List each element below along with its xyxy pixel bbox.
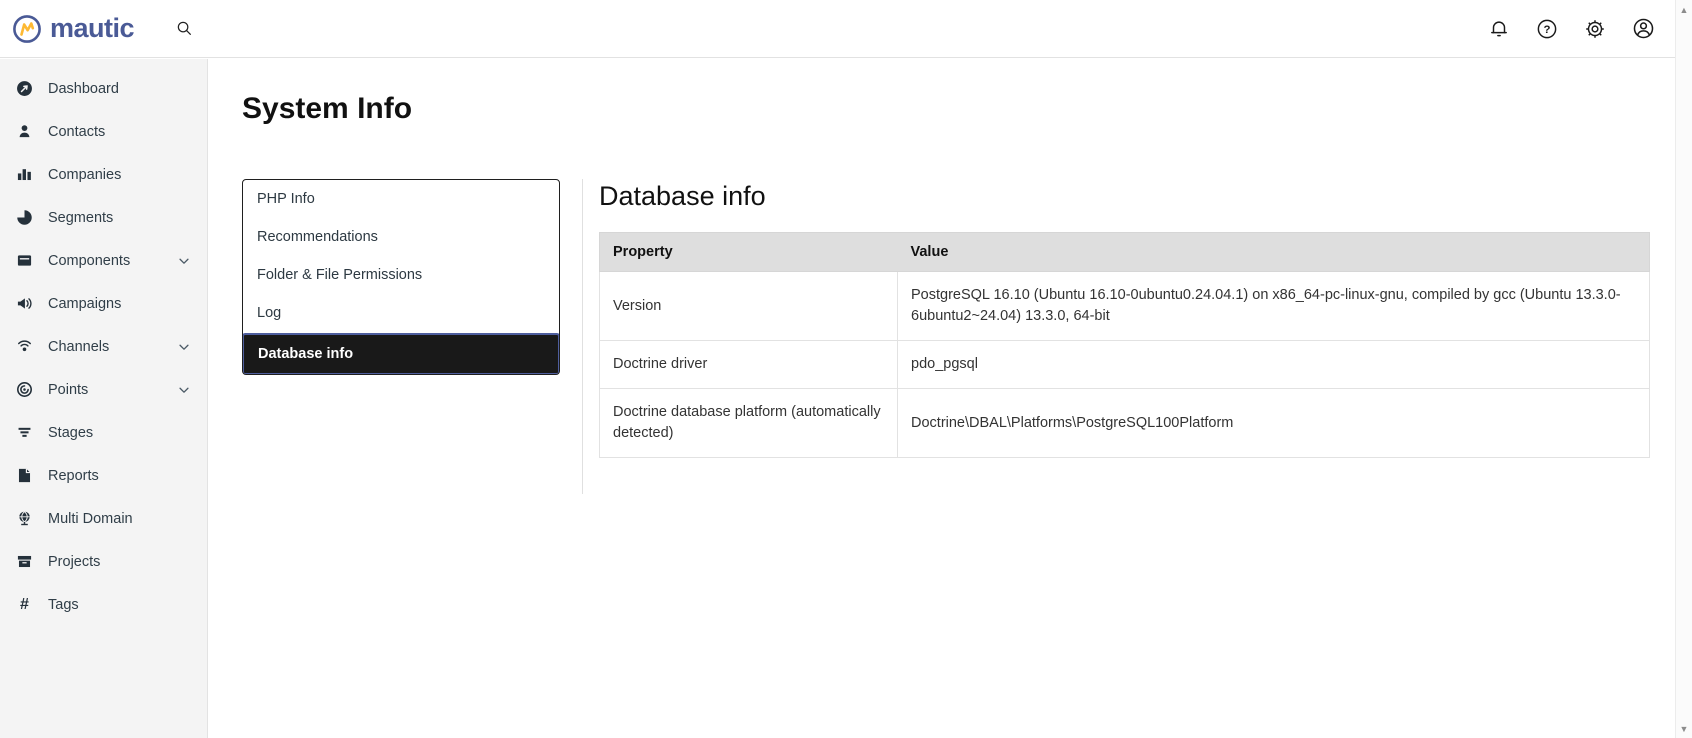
sidebar-item-label: Segments [48, 209, 114, 226]
sidebar-item-label: Multi Domain [48, 510, 133, 527]
table-row: Version PostgreSQL 16.10 (Ubuntu 16.10-0… [599, 271, 1650, 342]
sidebar-item-dashboard[interactable]: Dashboard [0, 67, 207, 110]
sidebar-item-companies[interactable]: Companies [0, 153, 207, 196]
value-cell: pdo_pgsql [897, 340, 1650, 390]
database-info-panel: Database info Property Value Version Post… [582, 179, 1650, 495]
sidebar-nav: Dashboard Contacts Companies Segments Co… [0, 59, 208, 738]
topbar-actions: ? [1488, 17, 1655, 40]
components-icon [16, 252, 33, 269]
mautic-logo-icon [12, 14, 42, 44]
chevron-down-icon[interactable] [177, 254, 191, 268]
sidebar-item-label: Contacts [48, 123, 106, 140]
value-cell: PostgreSQL 16.10 (Ubuntu 16.10-0ubuntu0.… [897, 271, 1650, 342]
tab-recommendations[interactable]: Recommendations [243, 218, 559, 256]
help-icon[interactable]: ? [1536, 18, 1558, 40]
column-header-value: Value [897, 232, 1650, 273]
tab-php-info[interactable]: PHP Info [243, 180, 559, 218]
scroll-down-arrow[interactable]: ▼ [1676, 720, 1692, 737]
sidebar-item-label: Components [48, 252, 131, 269]
property-cell: Version [599, 271, 898, 342]
search-icon[interactable] [176, 20, 193, 37]
campaigns-icon [16, 295, 33, 312]
table-row: Doctrine database platform (automaticall… [599, 388, 1650, 459]
svg-text:?: ? [1544, 24, 1551, 36]
sidebar-item-label: Reports [48, 467, 99, 484]
account-icon[interactable] [1632, 17, 1655, 40]
main-content: System Info PHP Info Recommendations Folde… [208, 59, 1675, 738]
sidebar-item-label: Campaigns [48, 295, 122, 312]
page-title: System Info [242, 92, 413, 125]
topbar: mautic ? [0, 0, 1675, 58]
projects-icon [16, 553, 33, 570]
sidebar-item-reports[interactable]: Reports [0, 454, 207, 497]
multi-domain-icon [16, 510, 33, 527]
reports-icon [16, 467, 33, 484]
segments-icon [16, 209, 33, 226]
tags-icon: # [20, 595, 29, 613]
bell-icon[interactable] [1488, 18, 1510, 40]
table-row: Doctrine driver pdo_pgsql [599, 340, 1650, 390]
sidebar-item-segments[interactable]: Segments [0, 196, 207, 239]
tab-permissions[interactable]: Folder & File Permissions [243, 256, 559, 294]
sidebar-item-campaigns[interactable]: Campaigns [0, 282, 207, 325]
companies-icon [16, 166, 33, 183]
vertical-scrollbar[interactable]: ▲ ▼ [1675, 0, 1692, 738]
column-header-property: Property [599, 232, 898, 273]
database-info-table: Property Value Version PostgreSQL 16.10 (… [599, 232, 1650, 459]
sidebar-item-contacts[interactable]: Contacts [0, 110, 207, 153]
tab-log[interactable]: Log [243, 294, 559, 332]
chevron-down-icon[interactable] [177, 340, 191, 354]
value-cell: Doctrine\DBAL\Platforms\PostgreSQL100Pla… [897, 388, 1650, 459]
sidebar-item-points[interactable]: Points [0, 368, 207, 411]
points-icon [16, 381, 33, 398]
sidebar-item-multi-domain[interactable]: Multi Domain [0, 497, 207, 540]
gear-icon[interactable] [1584, 18, 1606, 40]
sidebar-item-label: Points [48, 381, 89, 398]
property-cell: Doctrine driver [599, 340, 898, 390]
contacts-icon [16, 123, 33, 140]
sidebar-item-label: Companies [48, 166, 122, 183]
sidebar-item-label: Tags [48, 596, 79, 613]
sidebar-item-stages[interactable]: Stages [0, 411, 207, 454]
sidebar-item-label: Dashboard [48, 80, 119, 97]
scroll-up-arrow[interactable]: ▲ [1676, 1, 1692, 18]
tab-database-info[interactable]: Database info [243, 332, 559, 374]
sidebar-item-label: Projects [48, 553, 101, 570]
property-cell: Doctrine database platform (automaticall… [599, 388, 898, 459]
panel-heading: Database info [599, 181, 766, 211]
stages-icon [16, 424, 33, 441]
dashboard-icon [16, 80, 33, 97]
sidebar-item-components[interactable]: Components [0, 239, 207, 282]
sidebar-item-label: Channels [48, 338, 110, 355]
system-info-tab-list: PHP Info Recommendations Folder & File Per… [242, 179, 560, 375]
mautic-logo[interactable]: mautic [12, 13, 135, 44]
brand-wordmark: mautic [50, 13, 135, 43]
sidebar-item-label: Stages [48, 424, 94, 441]
sidebar-item-tags[interactable]: # Tags [0, 583, 207, 626]
chevron-down-icon[interactable] [177, 383, 191, 397]
channels-icon [16, 338, 33, 355]
sidebar-item-projects[interactable]: Projects [0, 540, 207, 583]
sidebar-item-channels[interactable]: Channels [0, 325, 207, 368]
